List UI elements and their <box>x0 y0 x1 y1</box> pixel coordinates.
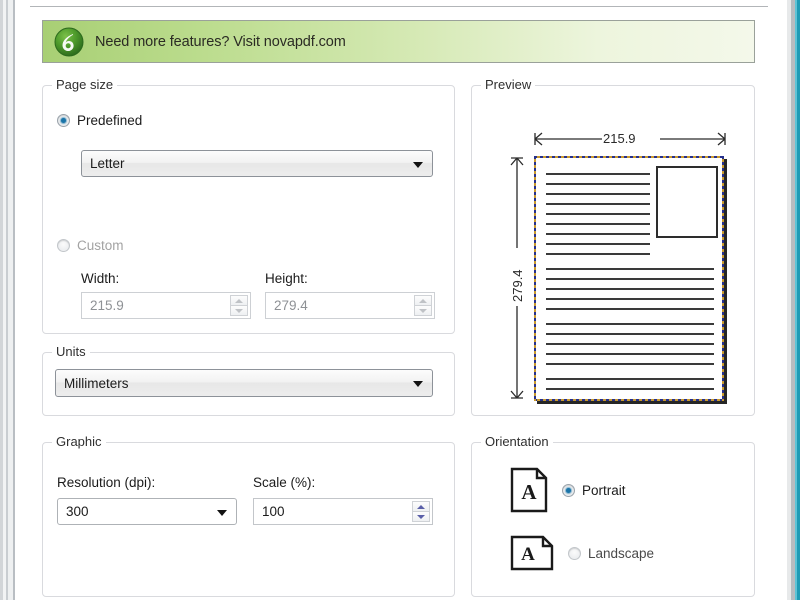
height-increment-button[interactable] <box>414 295 432 306</box>
height-spin-buttons[interactable] <box>414 295 432 316</box>
preview-group-title: Preview <box>481 77 536 92</box>
predefined-label: Predefined <box>77 113 143 128</box>
resolution-label: Resolution (dpi): <box>57 475 156 490</box>
banner-text: Need more features? Visit novapdf.com <box>95 33 346 50</box>
page-edge-top <box>534 156 724 158</box>
graphic-group-title: Graphic <box>52 434 106 449</box>
paper-size-value: Letter <box>90 156 125 171</box>
page-edge-bottom <box>534 399 724 401</box>
novapdf-promo-banner[interactable]: Need more features? Visit novapdf.com <box>42 20 755 63</box>
orientation-group: Orientation A Portrait A Landscape <box>471 434 755 597</box>
units-value: Millimeters <box>64 375 129 391</box>
screenshot-root: Need more features? Visit novapdf.com Pa… <box>0 0 800 600</box>
novapdf-logo-icon <box>54 27 84 57</box>
height-value[interactable]: 279.4 <box>274 298 308 313</box>
width-spin-buttons[interactable] <box>230 295 248 316</box>
paper-size-combo[interactable]: Letter <box>81 150 433 177</box>
orientation-portrait-row[interactable]: A Portrait <box>510 467 626 513</box>
units-group-title: Units <box>52 344 90 359</box>
scale-spin-buttons[interactable] <box>412 501 430 522</box>
width-increment-button[interactable] <box>230 295 248 306</box>
radio-custom[interactable]: Custom <box>57 238 124 253</box>
radio-predefined[interactable]: Predefined <box>57 113 142 128</box>
page-edge-left <box>534 156 536 401</box>
resolution-value: 300 <box>66 504 89 519</box>
landscape-glyph: A <box>521 544 535 565</box>
custom-radio-indicator[interactable] <box>57 239 70 252</box>
preview-text-lines <box>546 168 714 391</box>
scale-label: Scale (%): <box>253 475 316 490</box>
preview-page <box>534 156 724 401</box>
width-value[interactable]: 215.9 <box>90 298 124 313</box>
height-spinner[interactable]: 279.4 <box>265 292 435 319</box>
page-edge-right <box>722 156 724 401</box>
width-spinner[interactable]: 215.9 <box>81 292 251 319</box>
resolution-combo[interactable]: 300 <box>57 498 237 525</box>
page-size-group: Page size Predefined Letter Custom Width… <box>42 77 455 334</box>
portrait-radio-indicator[interactable] <box>562 483 575 497</box>
dialog-client-area: Need more features? Visit novapdf.com Pa… <box>30 7 768 597</box>
portrait-glyph: A <box>521 480 537 504</box>
preview-group: Preview 215.9 279.4 <box>471 77 755 416</box>
chevron-down-icon <box>217 509 227 516</box>
page-landscape-icon: A <box>510 535 554 571</box>
page-portrait-icon: A <box>510 467 548 513</box>
custom-label: Custom <box>77 238 124 253</box>
height-label: Height: <box>265 271 308 286</box>
portrait-label: Portrait <box>582 482 626 498</box>
window-left-chrome <box>0 0 30 600</box>
window-right-chrome <box>768 0 800 600</box>
units-group: Units Millimeters <box>42 344 455 416</box>
scale-value[interactable]: 100 <box>262 504 285 519</box>
width-label: Width: <box>81 271 120 286</box>
scale-increment-button[interactable] <box>412 501 430 512</box>
preview-width-dimension: 215.9 <box>603 131 636 146</box>
width-decrement-button[interactable] <box>230 306 248 316</box>
graphic-group: Graphic Resolution (dpi): 300 Scale (%):… <box>42 434 455 597</box>
orientation-group-title: Orientation <box>481 434 553 449</box>
landscape-label: Landscape <box>588 545 655 561</box>
page-size-group-title: Page size <box>52 77 118 92</box>
predefined-radio-indicator[interactable] <box>57 114 70 127</box>
orientation-landscape-row[interactable]: A Landscape <box>510 535 654 571</box>
landscape-radio-indicator[interactable] <box>568 546 581 560</box>
height-decrement-button[interactable] <box>414 306 432 316</box>
chevron-down-icon <box>413 381 423 387</box>
scale-decrement-button[interactable] <box>412 512 430 522</box>
scale-spinner[interactable]: 100 <box>253 498 433 525</box>
units-combo[interactable]: Millimeters <box>55 369 433 397</box>
chevron-down-icon <box>413 161 423 168</box>
preview-height-dimension: 279.4 <box>510 269 525 302</box>
